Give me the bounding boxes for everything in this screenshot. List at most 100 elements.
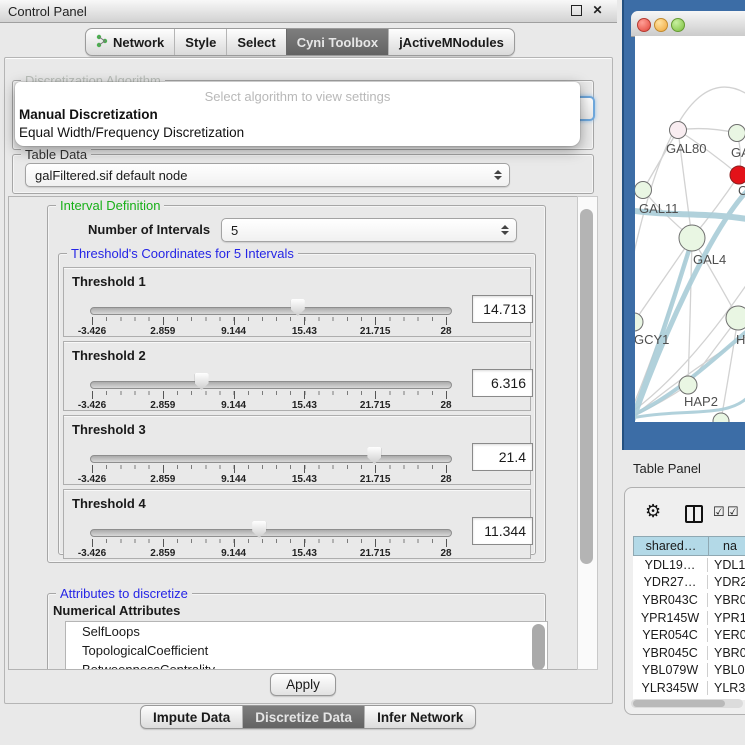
tab-select[interactable]: Select xyxy=(226,29,285,55)
column-header-name[interactable]: na xyxy=(709,536,745,556)
tab-impute-data[interactable]: Impute Data xyxy=(141,706,242,728)
gear-icon[interactable]: ⚙ xyxy=(645,501,661,522)
threshold-label: Threshold 1 xyxy=(72,274,146,289)
table-body[interactable]: YDL19…YDL1 YDR27…YDR2 YBR043CYBR0 YPR145… xyxy=(633,556,745,700)
threshold-row: Threshold 4 -3.426 2.859 9.144 15.43 21.… xyxy=(63,489,531,559)
node-gal80[interactable] xyxy=(670,122,687,139)
cell: YBL079W xyxy=(633,663,708,677)
close-panel-button[interactable]: ✕ xyxy=(591,4,604,17)
tick-label: 2.859 xyxy=(150,326,175,337)
tick-label: 28 xyxy=(440,326,451,337)
list-item[interactable]: BetweennessCentrality xyxy=(66,660,547,670)
slider-handle[interactable] xyxy=(367,447,381,464)
tab-label: Select xyxy=(237,35,275,50)
node-bottom[interactable] xyxy=(713,413,729,422)
node-hap2[interactable] xyxy=(679,376,697,394)
threshold-row: Threshold 2 -3.426 2.859 9.144 15.43 21.… xyxy=(63,341,531,411)
threshold-value-field[interactable]: 11.344 xyxy=(472,517,533,545)
table-header-row: shared… na xyxy=(633,536,745,556)
slider-tick-labels: -3.426 2.859 9.144 15.43 21.715 28 xyxy=(92,400,446,412)
slider-tick-labels: -3.426 2.859 9.144 15.43 21.715 28 xyxy=(92,474,446,486)
table-data-combo[interactable]: galFiltered.sif default node xyxy=(25,163,510,187)
column-layout-icon[interactable] xyxy=(685,505,703,523)
tick-label: 28 xyxy=(440,400,451,411)
node-gal4[interactable] xyxy=(679,225,705,251)
tick-label: -3.426 xyxy=(78,548,106,559)
node-gcy1[interactable] xyxy=(635,313,643,331)
maximize-traffic-light-icon[interactable] xyxy=(671,18,685,32)
settings-scrollbar[interactable] xyxy=(577,196,598,670)
column-header-shared[interactable]: shared… xyxy=(633,536,709,556)
tick-label: 15.43 xyxy=(292,400,317,411)
network-canvas[interactable]: GAL80 GA C GAL11 GAL4 GCY1 H HAP2 xyxy=(635,36,745,422)
algorithm-option-equal-width[interactable]: Equal Width/Frequency Discretization xyxy=(19,125,244,140)
tab-jactivemnodules[interactable]: jActiveMNodules xyxy=(388,29,514,55)
control-panel-tabbar: Network Style Select Cyni Toolbox jActiv… xyxy=(85,28,515,56)
close-traffic-light-icon[interactable] xyxy=(637,18,651,32)
tab-label: Cyni Toolbox xyxy=(297,35,378,50)
slider-handle[interactable] xyxy=(291,299,305,316)
node-gal11[interactable] xyxy=(635,182,652,199)
threshold-value-field[interactable]: 6.316 xyxy=(472,369,533,397)
list-item[interactable]: SelfLoops xyxy=(66,622,547,641)
tab-style[interactable]: Style xyxy=(174,29,226,55)
tab-label: jActiveMNodules xyxy=(399,35,504,50)
tick-label: 21.715 xyxy=(360,326,391,337)
slider-ticks xyxy=(92,465,446,473)
tab-discretize-data[interactable]: Discretize Data xyxy=(242,706,364,728)
minimize-traffic-light-icon[interactable] xyxy=(654,18,668,32)
tab-network[interactable]: Network xyxy=(86,29,174,55)
table-row[interactable]: YPR145WYPR1 xyxy=(633,609,745,627)
threshold-value-field[interactable]: 14.713 xyxy=(472,295,533,323)
tab-label: Infer Network xyxy=(377,710,463,725)
settings-scrollbar-thumb[interactable] xyxy=(580,209,593,564)
slider-ticks xyxy=(92,391,446,399)
tab-cyni-toolbox[interactable]: Cyni Toolbox xyxy=(286,29,388,55)
table-row[interactable]: YBR045CYBR0 xyxy=(633,644,745,662)
table-row[interactable]: YDL19…YDL1 xyxy=(633,556,745,574)
combo-stepper-icon xyxy=(497,225,513,235)
select-none-checkbox-icon[interactable]: ☑ xyxy=(727,504,739,520)
network-window-titlebar[interactable] xyxy=(631,11,745,37)
tick-label: 9.144 xyxy=(221,474,246,485)
node-h[interactable] xyxy=(726,306,745,330)
list-item[interactable]: TopologicalCoefficient xyxy=(66,641,547,660)
tab-label: Discretize Data xyxy=(255,710,352,725)
select-all-checkbox-icon[interactable]: ☑ xyxy=(713,504,725,520)
number-of-intervals-combo[interactable]: 5 xyxy=(221,218,517,242)
tick-label: 2.859 xyxy=(150,548,175,559)
tick-label: 9.144 xyxy=(221,548,246,559)
threshold-label: Threshold 4 xyxy=(72,496,146,511)
table-horizontal-scrollbar-thumb[interactable] xyxy=(633,700,725,707)
interval-definition-label: Interval Definition xyxy=(56,198,164,213)
tab-infer-network[interactable]: Infer Network xyxy=(364,706,475,728)
attributes-group-label: Attributes to discretize xyxy=(56,586,192,601)
cell: YBR0 xyxy=(708,593,745,607)
network-icon xyxy=(96,34,108,51)
table-row[interactable]: YER054CYER0 xyxy=(633,626,745,644)
cell: YDR27… xyxy=(633,575,708,589)
numerical-attributes-list[interactable]: SelfLoops TopologicalCoefficient Between… xyxy=(65,621,548,670)
control-panel-titlebar: Control Panel xyxy=(0,0,617,23)
slider-handle[interactable] xyxy=(252,521,266,538)
node-ga[interactable] xyxy=(729,125,745,142)
slider-handle[interactable] xyxy=(195,373,209,390)
threshold-value-field[interactable]: 21.4 xyxy=(472,443,533,471)
tick-label: 15.43 xyxy=(292,548,317,559)
tick-label: -3.426 xyxy=(78,326,106,337)
apply-button[interactable]: Apply xyxy=(270,673,336,696)
table-row[interactable]: YBR043CYBR0 xyxy=(633,591,745,609)
float-window-button[interactable] xyxy=(570,4,583,17)
table-horizontal-scrollbar[interactable] xyxy=(631,699,743,708)
table-row[interactable]: YLR345WYLR3 xyxy=(633,679,745,697)
list-scrollbar[interactable] xyxy=(532,624,545,670)
table-row[interactable]: YDR27…YDR2 xyxy=(633,574,745,592)
algorithm-option-manual[interactable]: Manual Discretization xyxy=(19,107,158,122)
settings-viewport: Interval Definition Number of Intervals … xyxy=(8,196,578,670)
table-row[interactable]: YBL079WYBL0 xyxy=(633,662,745,680)
cell: YBR045C xyxy=(633,646,708,660)
node-selected-red[interactable] xyxy=(730,166,745,184)
threshold-row: Threshold 1 -3.426 2.859 9.144 15.43 21.… xyxy=(63,267,531,337)
cell: YDR2 xyxy=(708,575,745,589)
cell: YLR345W xyxy=(633,681,708,695)
